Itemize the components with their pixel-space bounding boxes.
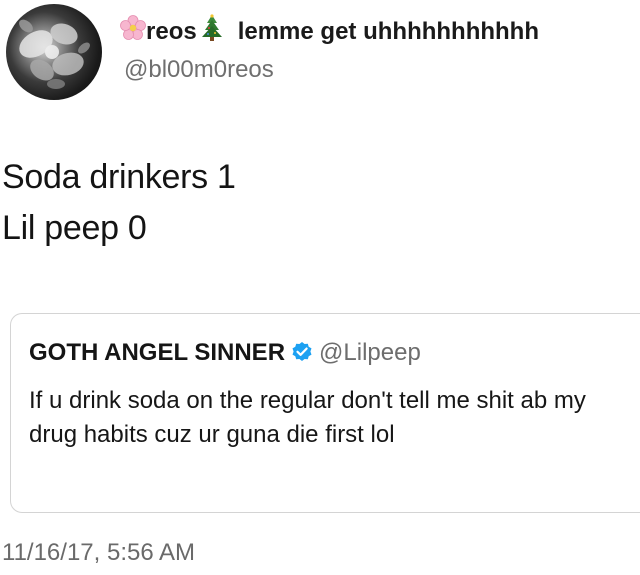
tweet-timestamp[interactable]: 11/16/17, 5:56 AM: [2, 538, 195, 568]
author-avatar[interactable]: [6, 4, 102, 100]
author-name-line[interactable]: reos lemme get uhhhhhhhhhhh: [120, 14, 640, 46]
quoted-author-handle[interactable]: @Lilpeep: [319, 339, 421, 366]
christmas-tree-icon: [200, 14, 224, 46]
quoted-tweet-card[interactable]: GOTH ANGEL SINNER @Lilpeep If u drink so…: [10, 313, 640, 513]
cherry-blossom-icon: [120, 15, 146, 46]
tweet-body: Soda drinkers 1 Lil peep 0: [2, 152, 236, 254]
quoted-author-name: GOTH ANGEL SINNER: [29, 339, 286, 366]
quoted-tweet-text: If u drink soda on the regular don't tel…: [29, 387, 586, 448]
verified-badge-icon: [291, 341, 313, 371]
tweet-line-1: Soda drinkers 1: [2, 158, 236, 196]
floral-avatar-icon: [19, 19, 90, 89]
author-handle[interactable]: @bl00m0reos: [124, 55, 274, 85]
author-display-name: reos: [146, 17, 197, 45]
author-display-name-suffix: lemme get uhhhhhhhhhhh: [237, 17, 540, 45]
quoted-tweet-header: GOTH ANGEL SINNER @Lilpeep: [29, 338, 421, 371]
tweet-line-2: Lil peep 0: [2, 209, 147, 247]
